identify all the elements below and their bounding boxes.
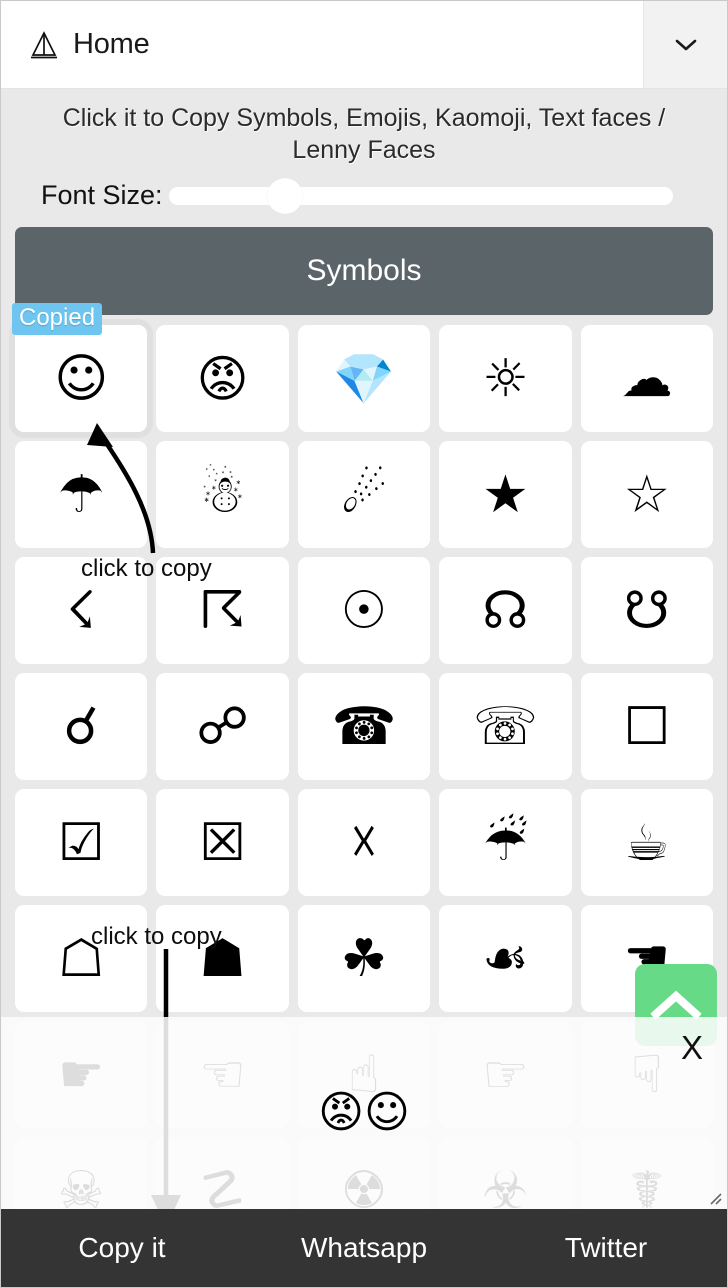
font-size-slider[interactable] [168, 177, 673, 214]
white-smiling-face-icon: ☺ [54, 348, 109, 409]
opposition-symbol-icon: ☍ [196, 696, 249, 757]
twitter-button[interactable]: Twitter [485, 1232, 727, 1264]
symbol-cell-comet-symbol[interactable]: ☄ [297, 441, 431, 548]
cloud-symbol-icon: ☁ [620, 348, 673, 409]
symbol-cell-white-star[interactable]: ☆ [580, 441, 713, 548]
slider-track [168, 186, 673, 205]
symbol-cell-umbrella-with-rain-emoji[interactable]: ☔ [439, 789, 572, 896]
page-title: Home [73, 28, 150, 60]
black-star-icon: ★ [482, 464, 529, 525]
descending-node-symbol-icon: ☋ [623, 580, 670, 641]
symbol-cell-white-shogi-piece[interactable]: ☖ [15, 905, 148, 1012]
symbol-cell-white-sun-with-rays[interactable]: ☼ [439, 325, 572, 432]
symbol-cell-saltire-symbol[interactable]: ☓ [297, 789, 431, 896]
white-shogi-piece-icon: ☖ [57, 928, 105, 989]
symbol-cell-pouting-face-emoji[interactable]: 😡 [156, 325, 289, 432]
symbols-section-header[interactable]: Symbols [15, 227, 713, 315]
triangle-underline-icon [29, 30, 59, 60]
ballot-box-symbol-icon: ☐ [623, 696, 671, 757]
symbol-cell-shamrock-symbol[interactable]: ☘ [297, 905, 431, 1012]
symbol-cell-black-shogi-piece[interactable]: ☗ [156, 905, 289, 1012]
white-sun-with-rays-icon: ☼ [482, 348, 529, 409]
sun-symbol-icon: ☉ [340, 580, 388, 641]
font-size-row: Font Size: [27, 177, 701, 214]
conjunction-symbol-icon: ☌ [63, 696, 99, 757]
bottom-action-bar: Copy it Whatsapp Twitter [1, 1209, 727, 1287]
copy-it-button[interactable]: Copy it [1, 1232, 243, 1264]
umbrella-symbol-icon: ☂ [57, 464, 105, 525]
symbol-cell-white-smiling-face[interactable]: Copied ☺ [12, 303, 148, 432]
symbol-cell-ballot-box-symbol[interactable]: ☐ [580, 673, 713, 780]
symbol-cell-black-telephone-symbol[interactable]: ☎ [297, 673, 431, 780]
symbol-cell-umbrella-symbol[interactable]: ☂ [15, 441, 148, 548]
ascending-node-symbol-icon: ☊ [482, 580, 529, 641]
pouting-face-emoji-icon: 😡 [196, 349, 249, 408]
intro-section: Click it to Copy Symbols, Emojis, Kaomoj… [1, 89, 727, 214]
symbol-cell-hot-beverage-emoji[interactable]: ☕ [580, 789, 713, 896]
black-shogi-piece-icon: ☗ [199, 928, 246, 989]
symbols-section-title: Symbols [306, 254, 422, 287]
ballot-box-with-x-icon: ☒ [199, 812, 246, 873]
copied-badge: Copied [12, 303, 103, 335]
thunderstorm-symbol-icon: ☈ [199, 580, 246, 641]
white-star-icon: ☆ [623, 464, 671, 525]
symbol-cell-cloud-symbol[interactable]: ☁ [580, 325, 713, 432]
symbol-cell-snowman-symbol[interactable]: ☃ [156, 441, 289, 548]
close-icon[interactable]: X [681, 1029, 703, 1067]
tagline-text: Click it to Copy Symbols, Emojis, Kaomoj… [62, 104, 666, 164]
saltire-symbol-icon: ☓ [350, 812, 378, 873]
symbol-cell-reversed-floral-heart-symbol[interactable]: ☙ [439, 905, 572, 1012]
symbol-cell-ascending-node-symbol[interactable]: ☊ [439, 557, 572, 664]
slider-thumb[interactable] [266, 177, 303, 214]
shamrock-symbol-icon: ☘ [340, 928, 388, 989]
symbol-cell-sun-symbol[interactable]: ☉ [297, 557, 431, 664]
snowman-symbol-icon: ☃ [199, 464, 246, 525]
app-root: Home Click it to Copy Symbols, Emojis, K… [0, 0, 728, 1288]
symbol-cell-conjunction-symbol[interactable]: ☌ [15, 673, 148, 780]
ballot-box-with-check-icon: ☑ [57, 812, 105, 873]
home-nav-item[interactable]: Home [1, 1, 643, 88]
symbol-cell-thunderstorm-symbol[interactable]: ☈ [156, 557, 289, 664]
hot-beverage-emoji-icon: ☕ [624, 813, 670, 872]
symbol-cell-ballot-box-with-x[interactable]: ☒ [156, 789, 289, 896]
chevron-down-icon [674, 38, 698, 52]
symbol-cell-opposition-symbol[interactable]: ☍ [156, 673, 289, 780]
lightning-symbol-icon: ☇ [66, 580, 97, 641]
symbol-cell-descending-node-symbol[interactable]: ☋ [580, 557, 713, 664]
symbol-cell-white-telephone-symbol[interactable]: ☏ [439, 673, 572, 780]
symbol-cell-gem-stone-emoji[interactable]: 💎 [297, 325, 431, 432]
white-telephone-symbol-icon: ☏ [472, 696, 538, 757]
gem-stone-emoji-icon: 💎 [332, 349, 396, 408]
copied-preview-overlay: 😡☺ X [1, 1017, 727, 1209]
reversed-floral-heart-symbol-icon: ☙ [482, 928, 529, 989]
whatsapp-button[interactable]: Whatsapp [243, 1232, 485, 1264]
black-telephone-symbol-icon: ☎ [331, 696, 397, 757]
font-size-label: Font Size: [41, 180, 163, 210]
symbol-cell-black-star[interactable]: ★ [439, 441, 572, 548]
comet-symbol-icon: ☄ [340, 464, 388, 525]
symbol-cell-ballot-box-with-check[interactable]: ☑ [15, 789, 148, 896]
umbrella-with-rain-emoji-icon: ☔ [482, 813, 528, 872]
symbol-cell-lightning-symbol[interactable]: ☇ [15, 557, 148, 664]
copied-preview-text[interactable]: 😡☺ [318, 1091, 410, 1135]
header-dropdown-toggle[interactable] [643, 1, 727, 88]
app-header: Home [1, 1, 727, 89]
resize-handle[interactable] [707, 1190, 723, 1206]
